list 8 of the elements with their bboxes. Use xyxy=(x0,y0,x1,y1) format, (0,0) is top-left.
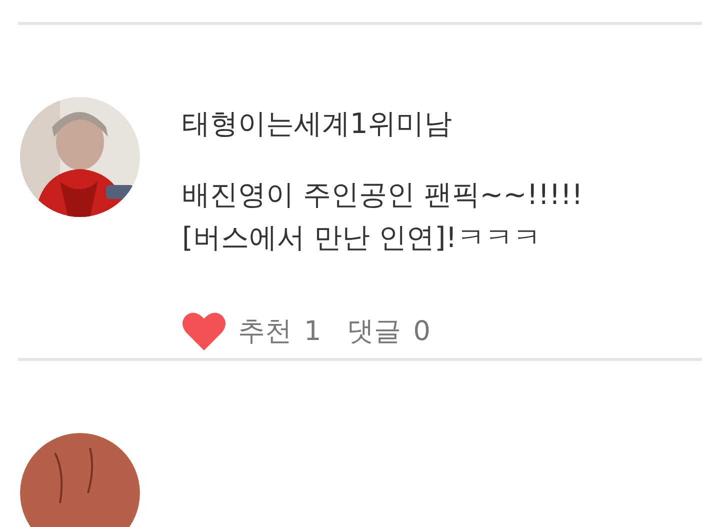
comment-count: 0 xyxy=(413,316,430,346)
heart-icon[interactable] xyxy=(182,311,226,351)
recommend-count: 1 xyxy=(304,316,322,346)
post-text: 배진영이 주인공인 팬픽~~!!!!! xyxy=(182,177,583,213)
author-name[interactable]: 태형이는세계1위미남 xyxy=(182,105,583,143)
comment-label: 댓글 xyxy=(347,315,402,349)
recommend-label: 추천 xyxy=(238,315,292,349)
post-text: [버스에서 만난 인연]!ㅋㅋㅋ xyxy=(182,220,542,256)
